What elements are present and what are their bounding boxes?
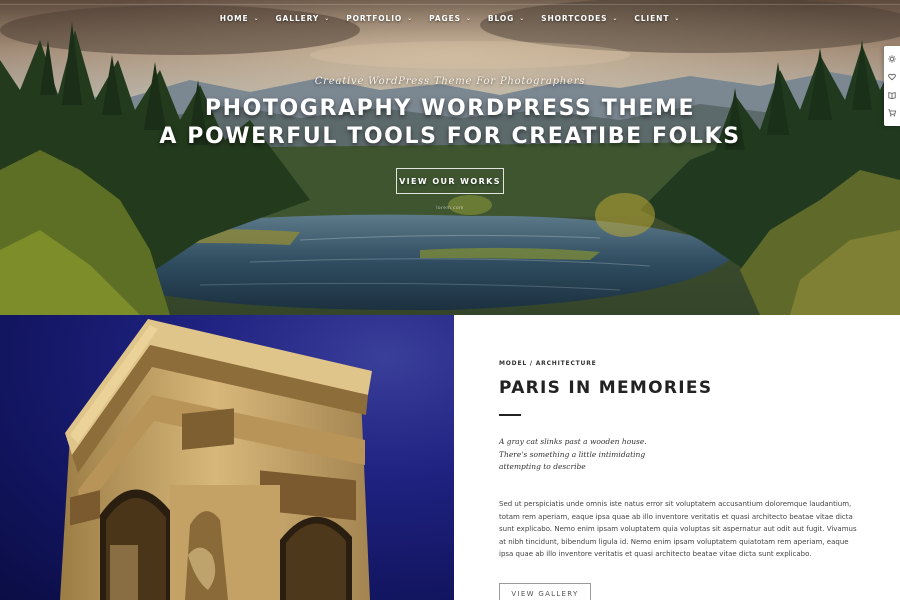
cart-icon[interactable] xyxy=(887,108,897,118)
chevron-down-icon: ⌄ xyxy=(519,15,526,22)
post-quote: A gray cat slinks past a wooden house. T… xyxy=(499,436,699,474)
feature-content: MODEL / ARCHITECTURE PARIS IN MEMORIES A… xyxy=(454,315,900,600)
chevron-down-icon: ⌄ xyxy=(407,15,414,22)
quote-line: attempting to describe xyxy=(499,462,586,471)
heart-icon[interactable] xyxy=(887,72,897,82)
post-category[interactable]: MODEL / ARCHITECTURE xyxy=(499,360,597,367)
nav-item-blog[interactable]: BLOG ⌄ xyxy=(480,14,533,23)
hero-section: HOME ⌄ GALLERY ⌄ PORTFOLIO ⌄ PAGES ⌄ BLO… xyxy=(0,0,900,315)
chevron-down-icon: ⌄ xyxy=(612,15,619,22)
hero-title: PHOTOGRAPHY WORDPRESS THEME A POWERFUL T… xyxy=(0,95,900,151)
hero-title-line-1: PHOTOGRAPHY WORDPRESS THEME xyxy=(204,96,696,121)
quote-line: A gray cat slinks past a wooden house. xyxy=(499,437,647,446)
book-icon[interactable] xyxy=(887,90,897,100)
nav-item-gallery[interactable]: GALLERY ⌄ xyxy=(268,14,339,23)
nav-item-label: SHORTCODES xyxy=(541,14,608,23)
hero-image-caption: lorem.com xyxy=(436,206,464,211)
hero-title-line-2: A POWERFUL TOOLS FOR CREATIBE FOLKS xyxy=(159,124,741,149)
title-divider xyxy=(499,414,521,416)
nav-item-label: PAGES xyxy=(429,14,461,23)
nav-item-home[interactable]: HOME ⌄ xyxy=(212,14,268,23)
chevron-down-icon: ⌄ xyxy=(465,15,472,22)
nav-item-label: PORTFOLIO xyxy=(346,14,403,23)
chevron-down-icon: ⌄ xyxy=(324,15,331,22)
chevron-down-icon: ⌄ xyxy=(674,15,681,22)
quote-line: There's something a little intimidating xyxy=(499,449,646,459)
nav-item-shortcodes[interactable]: SHORTCODES ⌄ xyxy=(533,14,626,23)
nav-item-label: CLIENT xyxy=(634,14,670,23)
view-our-works-button[interactable]: VIEW OUR WORKS xyxy=(396,168,504,194)
header-divider xyxy=(0,4,900,5)
nav-item-label: GALLERY xyxy=(275,14,320,23)
hero-subtitle: Creative WordPress Theme For Photographe… xyxy=(314,76,586,87)
floating-tool-panel xyxy=(884,46,900,126)
main-navigation: HOME ⌄ GALLERY ⌄ PORTFOLIO ⌄ PAGES ⌄ BLO… xyxy=(0,14,900,23)
nav-item-label: BLOG xyxy=(487,14,515,23)
nav-item-client[interactable]: CLIENT ⌄ xyxy=(626,14,688,23)
arc-de-triomphe-image xyxy=(60,319,372,600)
nav-item-portfolio[interactable]: PORTFOLIO ⌄ xyxy=(338,14,421,23)
gear-icon[interactable] xyxy=(887,54,897,64)
post-title: PARIS IN MEMORIES xyxy=(499,378,713,398)
chevron-down-icon: ⌄ xyxy=(253,15,260,22)
nav-item-pages[interactable]: PAGES ⌄ xyxy=(421,14,480,23)
view-gallery-button[interactable]: VIEW GALLERY xyxy=(499,583,591,600)
nav-item-label: HOME xyxy=(219,14,249,23)
post-body-text: Sed ut perspiciatis unde omnis iste natu… xyxy=(499,500,857,559)
hero-landscape-image xyxy=(0,0,900,315)
arc-de-triomphe-photo xyxy=(0,315,454,600)
